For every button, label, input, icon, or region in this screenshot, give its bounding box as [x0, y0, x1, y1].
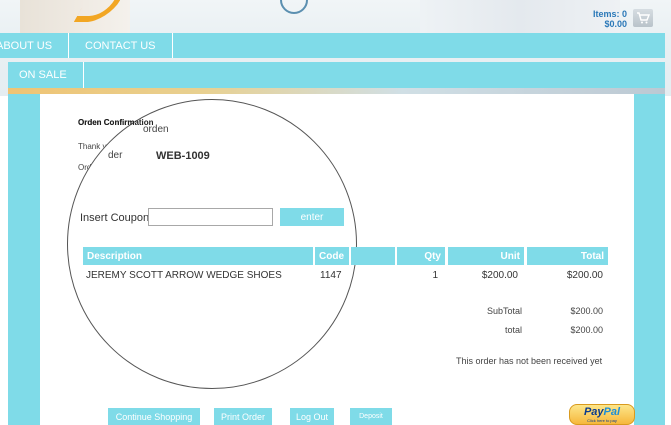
subtotal-label: SubTotal: [486, 306, 522, 316]
log-out-button[interactable]: Log Out: [290, 408, 334, 425]
logo-ring: [280, 0, 308, 14]
magnifier-lens: [67, 99, 357, 389]
column-header-code: Code: [315, 247, 349, 265]
nav-about-us[interactable]: ABOUT US: [0, 33, 70, 58]
total-label: total: [504, 325, 522, 335]
paypal-subtext: Click here to pay: [587, 417, 617, 423]
column-header-total: Total: [527, 247, 608, 265]
primary-nav: ABOUT US CONTACT US: [0, 33, 665, 58]
magnified-orden-text: orden: [143, 124, 169, 135]
column-header-blank: [351, 247, 395, 265]
row-code: 1147: [320, 270, 342, 281]
row-unit-price: $200.00: [481, 270, 518, 281]
coupon-input[interactable]: [148, 208, 273, 226]
total-value: $200.00: [570, 325, 603, 335]
order-number: WEB-1009: [156, 150, 210, 162]
row-total: $200.00: [566, 270, 603, 281]
enter-coupon-button[interactable]: enter: [280, 208, 344, 226]
secondary-nav: ON SALE: [8, 62, 665, 88]
column-header-qty: Qty: [397, 247, 445, 265]
paypal-button[interactable]: PayPal Click here to pay: [569, 404, 635, 425]
row-description: JEREMY SCOTT ARROW WEDGE SHOES: [86, 270, 282, 281]
nav-on-sale[interactable]: ON SALE: [8, 62, 84, 88]
row-qty: 1: [432, 270, 438, 281]
continue-shopping-button[interactable]: Continue Shopping: [108, 408, 200, 425]
cart-items-count: Items: 0: [592, 9, 627, 19]
shopping-cart-icon[interactable]: [633, 9, 653, 27]
order-status-notice: This order has not been received yet: [456, 356, 603, 366]
right-border-column: [634, 94, 665, 425]
column-header-unit: Unit: [448, 247, 524, 265]
left-border-column: [8, 94, 40, 425]
nav-contact-us[interactable]: CONTACT US: [69, 33, 173, 58]
paypal-logo: PayPal: [583, 405, 621, 418]
deposit-button[interactable]: Deposit: [350, 408, 392, 425]
subtotal-value: $200.00: [570, 306, 603, 316]
cart-summary[interactable]: Items: 0 $0.00: [593, 9, 627, 29]
column-header-description: Description: [83, 247, 313, 265]
print-order-button[interactable]: Print Order: [214, 408, 272, 425]
magnified-order-label: der: [108, 150, 123, 161]
banner-image-right: [420, 0, 620, 34]
cart-amount: $0.00: [604, 19, 627, 29]
coupon-label: Insert Coupon: [80, 212, 150, 224]
